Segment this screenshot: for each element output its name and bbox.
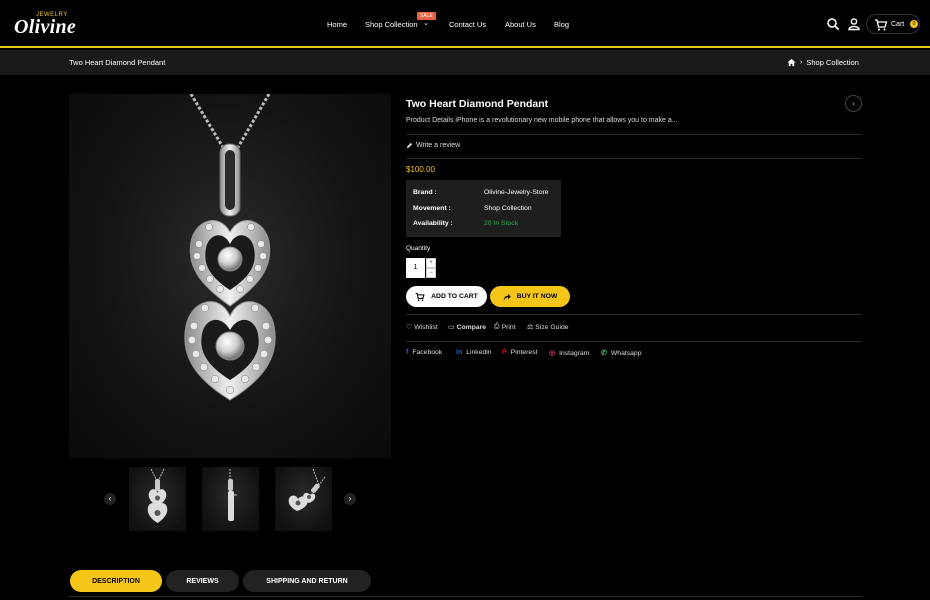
thumb-next-button[interactable]: › xyxy=(344,493,356,505)
chevron-right-icon: › xyxy=(852,98,855,108)
spec-key: Brand : xyxy=(413,189,437,196)
buy-now-button[interactable]: BUY IT NOW xyxy=(490,286,570,307)
facebook-icon: f xyxy=(406,349,409,356)
divider xyxy=(406,158,862,159)
quantity-label: Quantity xyxy=(406,245,431,252)
divider xyxy=(406,314,862,315)
thumbnail-1[interactable] xyxy=(129,467,186,531)
pencil-icon xyxy=(406,142,413,149)
add-to-cart-label: ADD TO CART xyxy=(431,293,478,300)
thumbnail-image xyxy=(228,469,237,521)
tab-reviews[interactable]: REVIEWS xyxy=(166,570,239,592)
wishlist-link[interactable]: ♡ Wishlist xyxy=(406,323,438,332)
printer-icon: ⎙ xyxy=(494,323,500,330)
heart-icon: ♡ xyxy=(406,324,413,331)
buy-now-label: BUY IT NOW xyxy=(516,293,558,300)
social-label: Linkedin xyxy=(466,349,492,356)
user-icon[interactable] xyxy=(847,17,861,31)
social-label: Pinterest xyxy=(510,349,538,356)
spec-value: Shop Collection xyxy=(484,205,532,212)
print-link[interactable]: ⎙ Print xyxy=(494,323,516,331)
linkedin-link[interactable]: in Linkedin xyxy=(456,349,492,356)
product-title: Two Heart Diamond Pendant xyxy=(406,98,549,110)
next-product-button[interactable]: › xyxy=(845,95,862,112)
social-label: Instagram xyxy=(559,349,590,357)
size-guide-link[interactable]: ⚖ Size Guide xyxy=(527,323,569,332)
home-icon[interactable] xyxy=(787,58,796,67)
thumb-prev-button[interactable]: ‹ xyxy=(104,493,116,505)
compare-link[interactable]: ▭ Compare xyxy=(448,323,487,332)
whatsapp-icon: ✆ xyxy=(601,350,607,357)
tab-description[interactable]: DESCRIPTION xyxy=(70,570,162,592)
breadcrumb-trail: › Shop Collection xyxy=(787,58,859,67)
thumbnail-2[interactable] xyxy=(202,467,259,531)
stock-status: 20 In Stock xyxy=(484,220,519,227)
pinterest-link[interactable]: P Pinterest xyxy=(502,349,538,356)
quantity-decrease-button[interactable]: − xyxy=(426,268,436,278)
print-label: Print xyxy=(501,323,516,331)
chevron-down-icon: ⌄ xyxy=(423,20,429,27)
cart-icon xyxy=(415,292,425,301)
tab-shipping-and-return[interactable]: SHIPPING AND RETURN xyxy=(243,570,371,592)
product-description: Product Details iPhone is a revolutionar… xyxy=(406,117,678,124)
social-label: Whatsapp xyxy=(610,349,642,357)
nav-shop-collection[interactable]: Shop Collection xyxy=(365,20,418,29)
search-icon[interactable] xyxy=(826,17,840,31)
compare-label: Compare xyxy=(456,323,487,331)
quantity-increase-button[interactable]: + xyxy=(426,258,436,268)
logo[interactable]: JEWELRY Olivine xyxy=(14,12,76,38)
chevron-right-icon: › xyxy=(800,59,803,66)
quantity-input[interactable]: 1 xyxy=(406,258,425,278)
instagram-link[interactable]: ◎ Instagram xyxy=(549,349,590,358)
write-review-link[interactable]: Write a review xyxy=(406,142,460,149)
wishlist-label: Wishlist xyxy=(414,323,438,331)
spec-value: Olivine-Jewelry-Store xyxy=(484,189,549,196)
nav-about-us[interactable]: About Us xyxy=(505,20,536,29)
logo-wordmark: Olivine xyxy=(14,16,77,38)
thumbnail-image xyxy=(147,468,168,523)
page-title: Two Heart Diamond Pendant xyxy=(69,58,166,67)
cart-count-badge: 0 xyxy=(910,20,918,28)
pinterest-icon: P xyxy=(502,349,507,356)
add-to-cart-button[interactable]: ADD TO CART xyxy=(406,286,487,307)
sale-badge: SALE xyxy=(417,12,436,20)
product-main-image[interactable] xyxy=(69,93,391,458)
compare-icon: ▭ xyxy=(448,324,455,331)
facebook-link[interactable]: f Facebook xyxy=(406,349,442,356)
social-label: Facebook xyxy=(412,349,443,356)
thumbnail-image xyxy=(288,468,326,511)
linkedin-icon: in xyxy=(456,349,463,356)
chevron-right-icon: › xyxy=(348,494,352,503)
pendant-image xyxy=(184,93,276,401)
thumbnail-3[interactable] xyxy=(275,467,332,531)
divider xyxy=(406,341,862,342)
nav-blog[interactable]: Blog xyxy=(554,20,569,29)
nav-contact-us[interactable]: Contact Us xyxy=(449,20,486,29)
nav-home[interactable]: Home xyxy=(327,20,347,29)
divider xyxy=(406,134,862,135)
instagram-icon: ◎ xyxy=(549,350,556,357)
whatsapp-link[interactable]: ✆ Whatsapp xyxy=(601,349,642,358)
spec-key: Availability : xyxy=(413,220,453,227)
ruler-icon: ⚖ xyxy=(527,324,534,331)
spec-key: Movement : xyxy=(413,205,451,212)
share-arrow-icon xyxy=(503,293,511,300)
breadcrumb-current[interactable]: Shop Collection xyxy=(806,58,859,67)
product-price: $100.00 xyxy=(406,165,435,174)
size-guide-label: Size Guide xyxy=(535,323,569,331)
cart-icon xyxy=(875,19,888,31)
tab-divider xyxy=(69,596,862,597)
write-review-label: Write a review xyxy=(416,142,461,149)
cart-label: Cart xyxy=(891,21,905,28)
chevron-left-icon: ‹ xyxy=(108,494,112,503)
